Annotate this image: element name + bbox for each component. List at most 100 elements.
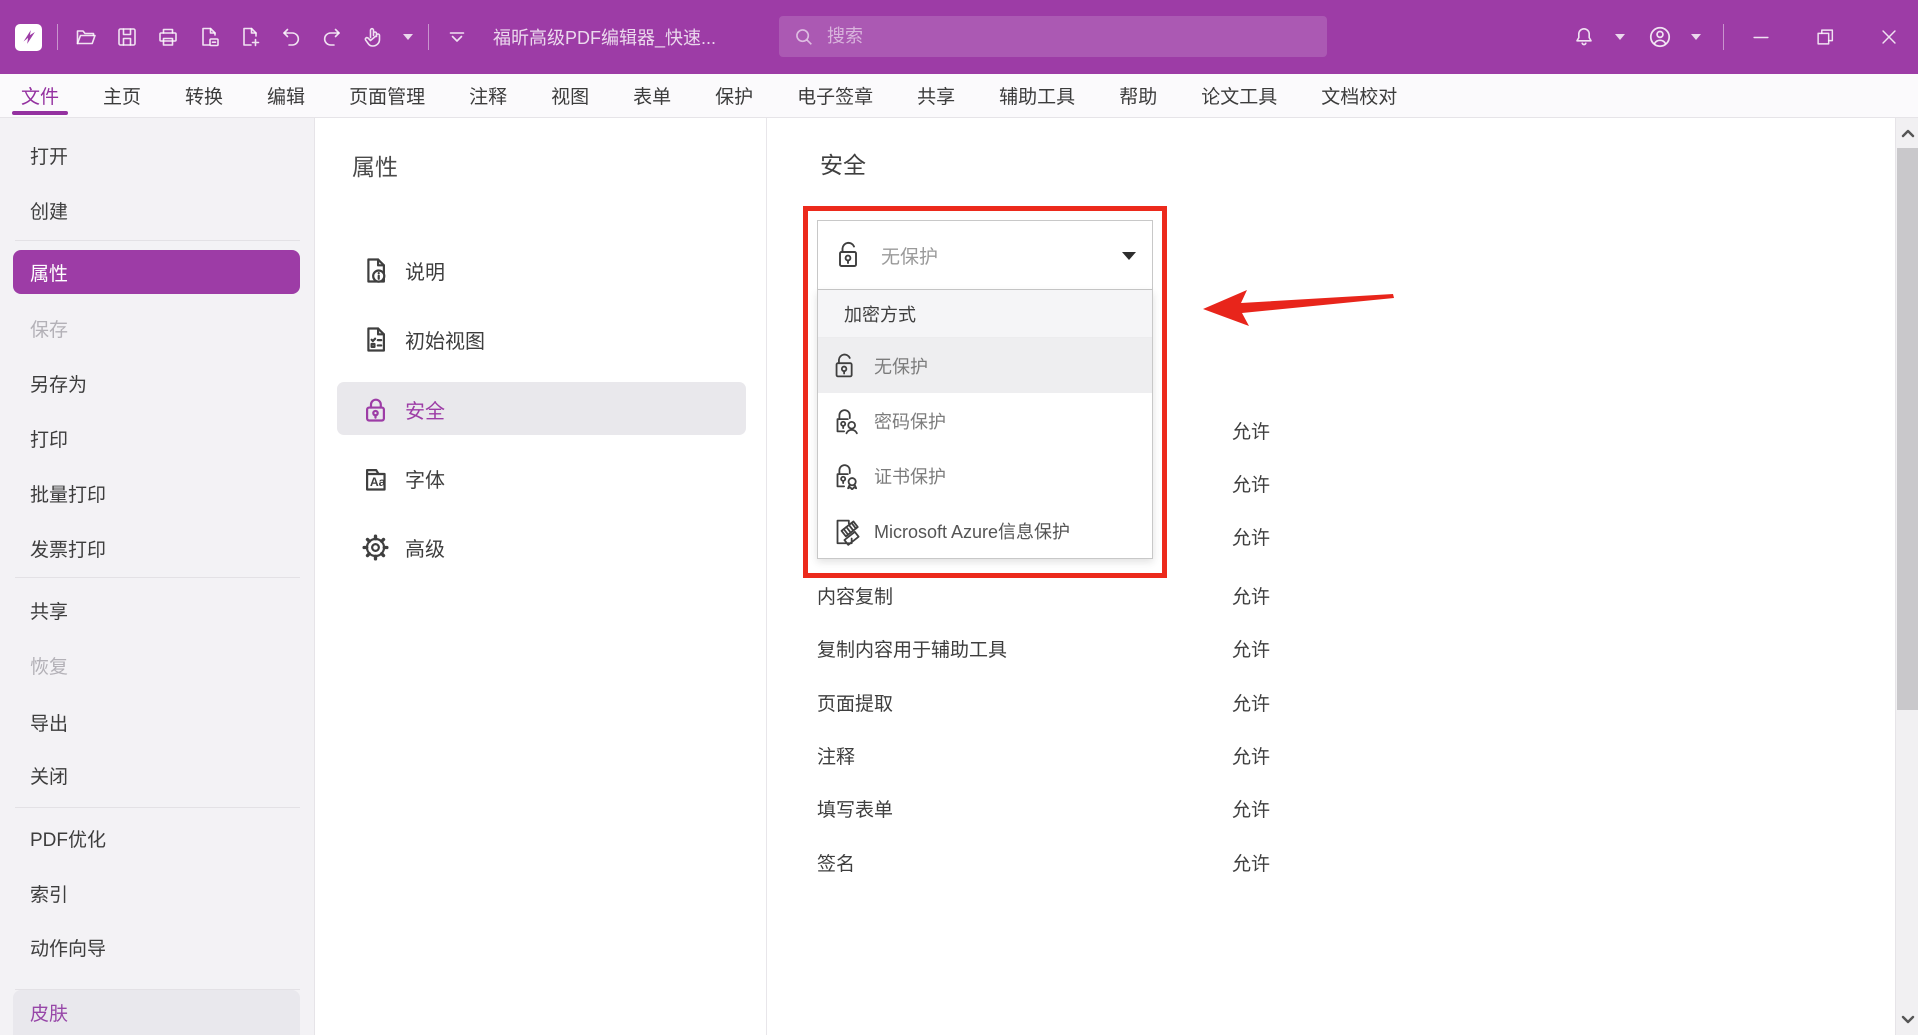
tab-form[interactable]: 表单 bbox=[633, 74, 671, 118]
tab-help[interactable]: 帮助 bbox=[1119, 74, 1157, 118]
tab-file[interactable]: 文件 bbox=[21, 74, 59, 118]
sidebar-item-close[interactable]: 关闭 bbox=[0, 753, 315, 797]
properties-item-security[interactable]: 安全 bbox=[315, 382, 767, 436]
security-content: 安全 允许 允许 允许 内容复制 允许 复制内容用于辅助工具 允许 页面提取 允… bbox=[767, 118, 1895, 1035]
tab-convert[interactable]: 转换 bbox=[185, 74, 223, 118]
permission-value: 允许 bbox=[1232, 582, 1270, 609]
foxit-pdf-editor-window: 福昕高级PDF编辑器_快速... bbox=[0, 0, 1918, 1035]
sidebar-item-action-wizard[interactable]: 动作向导 bbox=[0, 925, 315, 969]
tab-share[interactable]: 共享 bbox=[917, 74, 955, 118]
sidebar-item-revert: 恢复 bbox=[0, 643, 315, 687]
sidebar-item-batch-print[interactable]: 批量打印 bbox=[0, 471, 315, 515]
permission-row-fill-forms: 填写表单 允许 bbox=[767, 795, 1895, 821]
page-delete-icon[interactable] bbox=[196, 24, 222, 50]
tab-protect[interactable]: 保护 bbox=[715, 74, 753, 118]
svg-text:Aa: Aa bbox=[370, 474, 386, 488]
sidebar-item-save-as[interactable]: 另存为 bbox=[0, 361, 315, 405]
option-certificate-protection[interactable]: 证书保护 bbox=[818, 448, 1152, 503]
properties-item-label: 说明 bbox=[405, 256, 445, 285]
tab-paper-tools[interactable]: 论文工具 bbox=[1201, 74, 1277, 118]
toolbar-separator bbox=[1723, 24, 1724, 50]
account-dropdown-caret[interactable] bbox=[1691, 34, 1701, 40]
option-label: 无保护 bbox=[874, 353, 928, 379]
permission-value: 允许 bbox=[1232, 795, 1270, 822]
sidebar-item-export[interactable]: 导出 bbox=[0, 700, 315, 744]
permission-value: 允许 bbox=[1232, 849, 1270, 876]
annotation-red-arrow bbox=[1195, 282, 1400, 330]
notifications-bell-icon[interactable] bbox=[1571, 24, 1597, 50]
minimize-icon[interactable] bbox=[1748, 24, 1774, 50]
properties-panel: 属性 说明 初始视图 安全 bbox=[315, 118, 767, 1035]
search-box[interactable] bbox=[779, 16, 1327, 57]
redo-icon[interactable] bbox=[319, 24, 345, 50]
document-title: 福昕高级PDF编辑器_快速... bbox=[493, 24, 716, 50]
sidebar-item-create[interactable]: 创建 bbox=[0, 188, 315, 232]
properties-item-fonts[interactable]: Aa 字体 bbox=[315, 451, 767, 505]
sidebar-item-open[interactable]: 打开 bbox=[0, 133, 315, 177]
notifications-dropdown-caret[interactable] bbox=[1615, 34, 1625, 40]
permission-value: 允许 bbox=[1232, 470, 1270, 497]
fonts-icon: Aa bbox=[360, 463, 391, 494]
page-add-icon[interactable] bbox=[237, 24, 263, 50]
tab-home[interactable]: 主页 bbox=[103, 74, 141, 118]
sidebar-item-pdf-optimize[interactable]: PDF优化 bbox=[0, 816, 315, 860]
file-sidebar: 打开 创建 属性 保存 另存为 打印 批量打印 发票打印 共享 恢复 导出 关闭… bbox=[0, 118, 315, 1035]
toolbar-separator bbox=[57, 24, 58, 50]
hand-tool-icon[interactable] bbox=[360, 24, 386, 50]
permission-row-copy-accessibility: 复制内容用于辅助工具 允许 bbox=[767, 635, 1895, 661]
collapse-toolbar-icon[interactable] bbox=[444, 24, 470, 50]
hand-tool-dropdown-caret[interactable] bbox=[403, 34, 413, 40]
search-icon bbox=[793, 26, 815, 48]
doc-list-icon bbox=[360, 324, 391, 355]
option-microsoft-azure-protection[interactable]: Microsoft Azure信息保护 bbox=[818, 503, 1152, 558]
option-password-protection[interactable]: 密码保护 bbox=[818, 393, 1152, 448]
selected-option-label: 无保护 bbox=[881, 242, 938, 269]
tab-page-management[interactable]: 页面管理 bbox=[349, 74, 425, 118]
close-icon[interactable] bbox=[1876, 24, 1902, 50]
sidebar-item-properties[interactable]: 属性 bbox=[13, 250, 300, 294]
properties-item-description[interactable]: 说明 bbox=[315, 243, 767, 297]
tab-esign[interactable]: 电子签章 bbox=[797, 74, 873, 118]
lock-certificate-icon bbox=[829, 459, 863, 493]
azure-tag-icon bbox=[829, 514, 863, 548]
sidebar-item-print[interactable]: 打印 bbox=[0, 416, 315, 460]
quick-access-toolbar: 福昕高级PDF编辑器_快速... bbox=[0, 24, 716, 51]
tab-accessibility[interactable]: 辅助工具 bbox=[999, 74, 1075, 118]
restore-icon[interactable] bbox=[1812, 24, 1838, 50]
sidebar-item-share[interactable]: 共享 bbox=[0, 588, 315, 632]
tab-comment[interactable]: 注释 bbox=[469, 74, 507, 118]
tab-proofread[interactable]: 文档校对 bbox=[1321, 74, 1397, 118]
search-input[interactable] bbox=[827, 26, 1267, 47]
properties-item-advanced[interactable]: 高级 bbox=[315, 520, 767, 574]
scroll-up-button[interactable] bbox=[1896, 118, 1918, 148]
tab-edit[interactable]: 编辑 bbox=[267, 74, 305, 118]
scrollbar-thumb[interactable] bbox=[1897, 148, 1918, 710]
permission-value: 允许 bbox=[1232, 635, 1270, 662]
sidebar-item-invoice-print[interactable]: 发票打印 bbox=[0, 526, 315, 570]
scroll-down-button[interactable] bbox=[1896, 1005, 1918, 1035]
lock-icon bbox=[360, 394, 391, 425]
sidebar-item-skin[interactable]: 皮肤 bbox=[13, 990, 300, 1035]
undo-icon[interactable] bbox=[278, 24, 304, 50]
window-controls bbox=[1571, 0, 1902, 74]
properties-item-label: 高级 bbox=[405, 533, 445, 562]
sidebar-separator bbox=[15, 577, 300, 578]
option-label: Microsoft Azure信息保护 bbox=[874, 518, 1070, 544]
foxit-logo[interactable] bbox=[15, 24, 42, 51]
properties-item-initial-view[interactable]: 初始视图 bbox=[315, 312, 767, 366]
sidebar-separator bbox=[15, 807, 300, 808]
dropdown-group-header: 加密方式 bbox=[818, 290, 1152, 338]
tab-view[interactable]: 视图 bbox=[551, 74, 589, 118]
account-icon[interactable] bbox=[1647, 24, 1673, 50]
open-folder-icon[interactable] bbox=[73, 24, 99, 50]
save-icon[interactable] bbox=[114, 24, 140, 50]
permission-row-page-extraction: 页面提取 允许 bbox=[767, 689, 1895, 715]
chevron-down-icon bbox=[1122, 252, 1136, 260]
vertical-scrollbar[interactable] bbox=[1895, 118, 1918, 1035]
option-no-protection[interactable]: 无保护 bbox=[818, 338, 1152, 393]
security-method-select[interactable]: 无保护 bbox=[817, 220, 1153, 290]
print-icon[interactable] bbox=[155, 24, 181, 50]
sidebar-item-index[interactable]: 索引 bbox=[0, 871, 315, 915]
option-label: 密码保护 bbox=[874, 408, 946, 434]
permission-value: 允许 bbox=[1232, 523, 1270, 550]
